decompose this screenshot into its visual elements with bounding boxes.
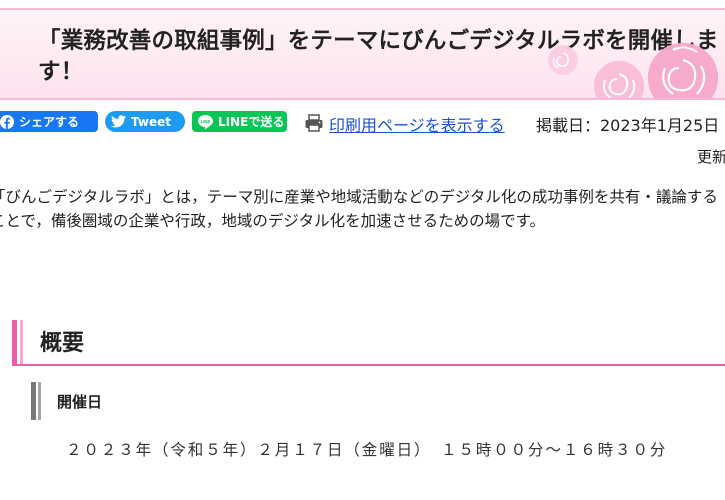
- svg-text:LINE: LINE: [201, 119, 211, 124]
- printer-icon[interactable]: [304, 113, 324, 133]
- print-page-link[interactable]: 印刷用ページを表示する: [329, 112, 505, 136]
- title-banner: 「業務改善の取組事例」をテーマにびんごデジタルラボを開催します！: [0, 8, 725, 100]
- facebook-share-label: シェアする: [19, 115, 80, 129]
- facebook-share-button[interactable]: シェアする: [0, 111, 98, 132]
- page: 「業務改善の取組事例」をテーマにびんごデジタルラボを開催します！ シェアする T…: [0, 0, 725, 500]
- subheading-text: 開催日: [57, 393, 103, 411]
- share-toolbar: シェアする Tweet LINE LINEで送る 印刷用ページを表示する 掲載日…: [0, 110, 725, 136]
- intro-paragraph: 「びんごデジタルラボ」とは，テーマ別に産業や地域活動などのデジタル化の成功事例を…: [0, 188, 718, 230]
- line-share-label: LINEで送る: [218, 115, 285, 129]
- event-date-text: ２０２３年（令和５年）２月１７日（金曜日） １５時００分～１６時３０分: [66, 441, 668, 459]
- tweet-button[interactable]: Tweet: [105, 111, 185, 132]
- tweet-label: Tweet: [131, 114, 171, 129]
- twitter-bird-icon: [111, 115, 126, 128]
- rose-icon: [548, 42, 719, 98]
- line-chat-icon: LINE: [198, 114, 213, 129]
- section-heading-text: 概要: [40, 331, 85, 356]
- subheading-bar: [31, 382, 36, 420]
- subheading-bar: [38, 382, 41, 420]
- facebook-icon: [0, 114, 14, 129]
- line-share-button[interactable]: LINE LINEで送る: [192, 111, 287, 132]
- subheading-event-date: 開催日: [31, 382, 331, 420]
- section-heading-overview: 概要: [12, 320, 725, 366]
- updated-date: 更新: [697, 148, 725, 166]
- published-date: 掲載日：2023年1月25日: [536, 116, 720, 135]
